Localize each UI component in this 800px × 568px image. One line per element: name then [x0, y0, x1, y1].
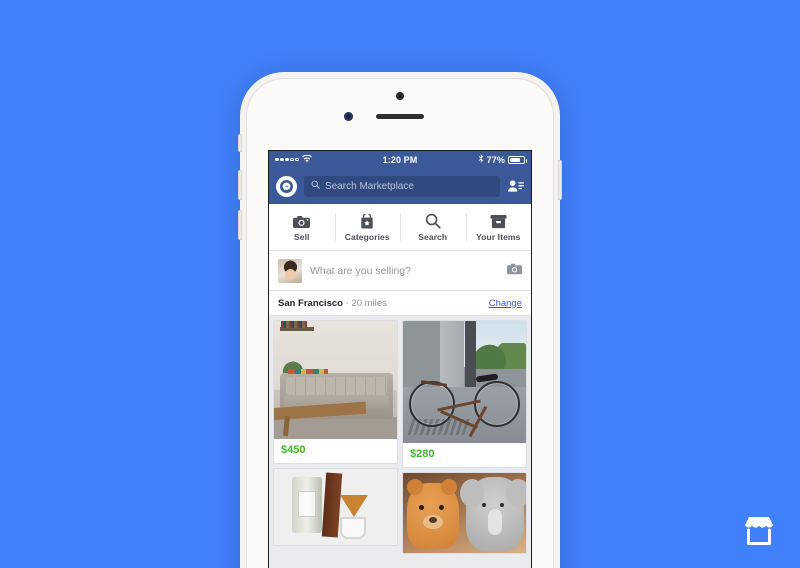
status-bar: 1:20 PM 77% [269, 151, 531, 168]
feed-column-left: $450 [273, 320, 398, 568]
feed-column-right: $280 [402, 320, 527, 568]
listing-photo-bicycle [403, 321, 526, 443]
search-input[interactable]: Search Marketplace [304, 175, 500, 197]
front-camera [396, 92, 404, 100]
listing-card[interactable] [273, 468, 398, 546]
listing-card[interactable]: $450 [273, 320, 398, 464]
tab-label: Sell [293, 232, 310, 242]
friend-requests-icon[interactable] [507, 179, 524, 193]
camera-icon[interactable] [507, 262, 522, 280]
tab-search[interactable]: Search [400, 204, 466, 250]
volume-up-button[interactable] [238, 170, 242, 200]
listing-price: $450 [281, 444, 306, 456]
listing-photo-couch [274, 321, 397, 439]
search-icon [311, 180, 320, 192]
shopping-bag-icon [360, 212, 374, 229]
messenger-icon[interactable] [276, 175, 297, 197]
box-icon [490, 212, 507, 229]
listing-card[interactable]: $280 [402, 320, 527, 468]
marketplace-storefront-icon [736, 508, 782, 554]
search-placeholder: Search Marketplace [325, 180, 414, 192]
iphone-device: 1:20 PM 77% Search Marketplace Sell Cate… [238, 72, 562, 568]
listing-price: $280 [410, 448, 435, 460]
location-row: San Francisco · 20 miles Change [269, 291, 531, 316]
tab-label: Categories [344, 232, 390, 242]
phone-screen: 1:20 PM 77% Search Marketplace Sell Cate… [268, 150, 532, 568]
earpiece-speaker [376, 114, 424, 119]
avatar [278, 258, 302, 283]
tab-label: Search [418, 232, 448, 242]
sell-composer[interactable]: What are you selling? [269, 251, 531, 291]
power-button[interactable] [558, 160, 562, 200]
silent-switch[interactable] [238, 134, 242, 152]
composer-placeholder: What are you selling? [310, 264, 411, 277]
listing-card[interactable] [402, 472, 527, 554]
tab-your-items[interactable]: Your Items [465, 204, 532, 250]
app-navbar: Search Marketplace [269, 168, 531, 204]
marketplace-tabs: Sell Categories Search Your Items [269, 204, 531, 251]
camera-icon [293, 212, 311, 229]
battery-icon [508, 155, 527, 164]
volume-down-button[interactable] [238, 210, 242, 240]
proximity-sensor [344, 112, 353, 121]
tab-label: Your Items [476, 232, 521, 242]
tab-categories[interactable]: Categories [334, 204, 401, 250]
search-icon [425, 212, 441, 229]
location-city: San Francisco [278, 297, 343, 309]
listing-photo-plush-toys [403, 473, 526, 553]
change-location-link[interactable]: Change [489, 298, 522, 309]
location-radius: 20 miles [351, 297, 387, 309]
tab-sell[interactable]: Sell [269, 204, 335, 250]
status-bar-time: 1:20 PM [382, 154, 418, 165]
marketplace-feed[interactable]: $450 $280 [269, 316, 531, 568]
listing-photo-coffee-maker [274, 469, 397, 545]
location-label: San Francisco · 20 miles [278, 298, 387, 309]
